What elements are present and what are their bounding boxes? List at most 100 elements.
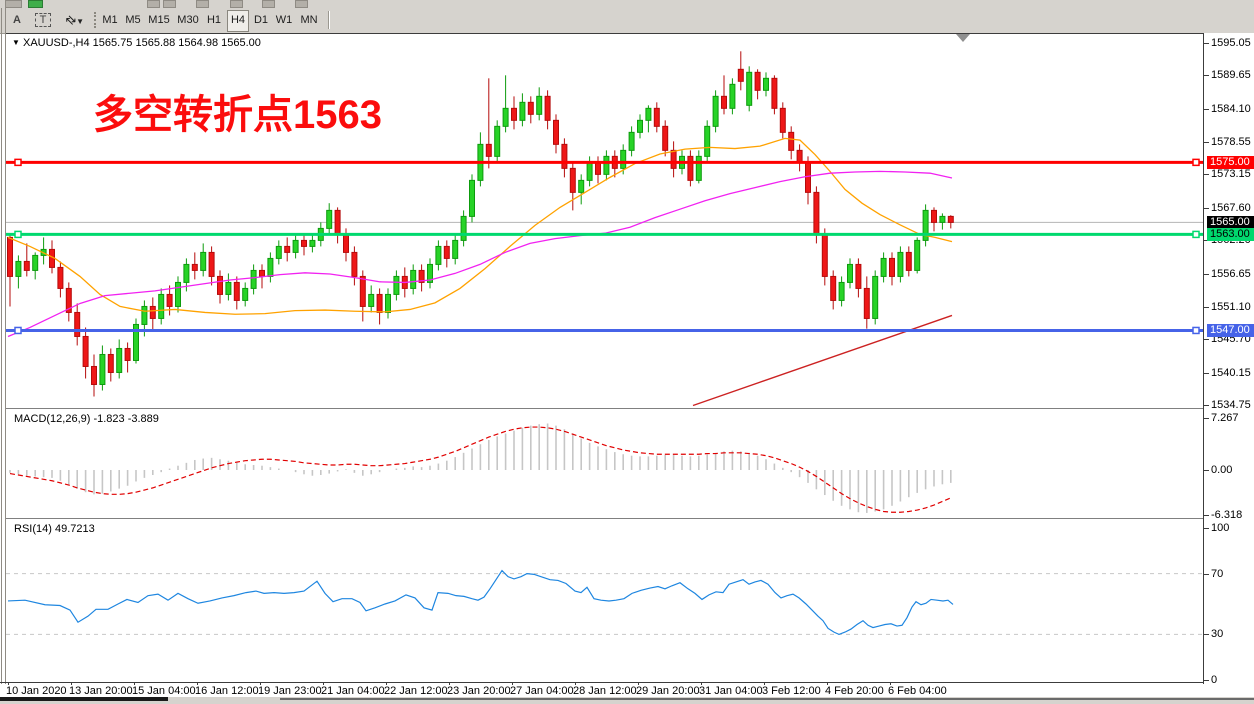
- price-tick-mark: [1204, 339, 1209, 340]
- toolbar-fragment-icon: [147, 0, 160, 8]
- date-tick-mark: [197, 682, 198, 685]
- timeframe-button-m15[interactable]: M15: [146, 10, 172, 30]
- date-tick-label: 10 Jan 2020: [6, 685, 67, 697]
- price-tick-label: 1595.05: [1211, 37, 1251, 49]
- price-axis[interactable]: 1595.051589.651584.101578.551573.151567.…: [1204, 33, 1254, 697]
- text-tool-button[interactable]: T: [32, 10, 54, 30]
- pane-splitter-macd[interactable]: [6, 408, 1203, 409]
- hline-handle[interactable]: [15, 327, 21, 333]
- timeframe-button-d1[interactable]: D1: [251, 10, 271, 30]
- date-tick-mark: [764, 682, 765, 685]
- rsi-pane[interactable]: [6, 522, 1203, 682]
- price-tick-label: 1567.60: [1211, 202, 1251, 214]
- macd-pane[interactable]: [6, 412, 1203, 518]
- timeframe-button-mn[interactable]: MN: [297, 10, 321, 30]
- symbol-ohlc-header: ▼ XAUUSD-,H4 1565.75 1565.88 1564.98 156…: [12, 37, 261, 49]
- price-tick-mark: [1204, 174, 1209, 175]
- price-tick-label: 1584.10: [1211, 103, 1251, 115]
- macd-tick-label: -6.318: [1211, 509, 1242, 521]
- timeframe-button-h1[interactable]: H1: [204, 10, 224, 30]
- toolbar-grip[interactable]: [94, 12, 99, 28]
- hline-handle[interactable]: [15, 231, 21, 237]
- timeframe-button-m5[interactable]: M5: [123, 10, 143, 30]
- date-tick-label: 29 Jan 20:00: [636, 685, 700, 697]
- horizontal-scrollbar[interactable]: [0, 697, 1254, 704]
- date-tick-mark: [323, 682, 324, 685]
- date-tick-label: 22 Jan 12:00: [384, 685, 448, 697]
- timeframe-button-m30[interactable]: M30: [175, 10, 201, 30]
- hline-handle[interactable]: [1193, 327, 1199, 333]
- text-tool-icon: T: [35, 13, 52, 27]
- macd-tick-label: 7.267: [1211, 412, 1239, 424]
- price-tick-mark: [1204, 373, 1209, 374]
- cursor-mode-button[interactable]: ⇄▼: [58, 10, 92, 30]
- ma-magenta-line[interactable]: [8, 171, 952, 336]
- price-tick-mark: [1204, 109, 1209, 110]
- scrollbar-thumb[interactable]: [0, 697, 168, 701]
- date-tick-mark: [638, 682, 639, 685]
- toolbar-fragment-icon: [163, 0, 176, 8]
- rsi-tick-mark: [1204, 680, 1209, 681]
- date-tick-mark: [8, 682, 9, 685]
- collapse-triangle-icon[interactable]: ▼: [12, 38, 20, 47]
- timeframe-button-m1[interactable]: M1: [100, 10, 120, 30]
- price-tick-label: 1540.15: [1211, 367, 1251, 379]
- price-tick-mark: [1204, 142, 1209, 143]
- date-tick-mark: [134, 682, 135, 685]
- rsi-tick-label: 70: [1211, 568, 1223, 580]
- date-tick-mark: [512, 682, 513, 685]
- price-level-label-1547.00[interactable]: 1547.00: [1207, 324, 1254, 337]
- date-tick-label: 28 Jan 12:00: [573, 685, 637, 697]
- macd-indicator-label: MACD(12,26,9) -1.823 -3.889: [14, 413, 159, 425]
- price-tick-mark: [1204, 405, 1209, 406]
- pane-splitter-rsi[interactable]: [6, 518, 1203, 519]
- date-tick-mark: [890, 682, 891, 685]
- date-tick-mark: [386, 682, 387, 685]
- date-axis[interactable]: 10 Jan 202013 Jan 20:0015 Jan 04:0016 Ja…: [0, 684, 1254, 697]
- date-tick-label: 16 Jan 12:00: [195, 685, 259, 697]
- toolbar-fragment-icon: [5, 0, 22, 8]
- date-tick-label: 13 Jan 20:00: [69, 685, 133, 697]
- date-tick-mark: [701, 682, 702, 685]
- date-tick-mark: [71, 682, 72, 685]
- macd-tick-mark: [1204, 515, 1209, 516]
- rsi-tick-label: 100: [1211, 522, 1229, 534]
- date-tick-label: 21 Jan 04:00: [321, 685, 385, 697]
- date-tick-mark: [260, 682, 261, 685]
- date-tick-label: 27 Jan 04:00: [510, 685, 574, 697]
- date-tick-mark: [827, 682, 828, 685]
- price-level-label-1563.00[interactable]: 1563.00: [1207, 228, 1254, 241]
- price-tick-label: 1551.10: [1211, 301, 1251, 313]
- price-tick-mark: [1204, 75, 1209, 76]
- price-tick-label: 1534.75: [1211, 399, 1251, 411]
- arrow-text-tool-button[interactable]: A: [6, 10, 28, 30]
- price-tick-mark: [1204, 307, 1209, 308]
- rsi-tick-mark: [1204, 634, 1209, 635]
- rsi-tick-mark: [1204, 574, 1209, 575]
- macd-tick-label: 0.00: [1211, 464, 1232, 476]
- toolbar-fragment-icon: [28, 0, 43, 8]
- chart-toolbar: A T ⇄▼ M1 M5 M15 M30 H1 H4 D1 W1 MN: [0, 8, 1254, 34]
- date-tick-label: 31 Jan 04:00: [699, 685, 763, 697]
- hline-handle[interactable]: [15, 159, 21, 165]
- cropped-toolbar-strip: [0, 0, 1254, 8]
- timeframe-button-w1[interactable]: W1: [274, 10, 294, 30]
- hline-handle[interactable]: [1193, 159, 1199, 165]
- price-level-label-1575.00[interactable]: 1575.00: [1207, 156, 1254, 169]
- timeframe-button-h4-active[interactable]: H4: [227, 10, 249, 32]
- date-tick-mark: [449, 682, 450, 685]
- toolbar-fragment-icon: [295, 0, 308, 8]
- trendline[interactable]: [693, 315, 952, 405]
- toolbar-fragment-icon: [196, 0, 209, 8]
- price-tick-mark: [1204, 274, 1209, 275]
- date-tick-label: 6 Feb 04:00: [888, 685, 947, 697]
- chart-annotation-text[interactable]: 多空转折点1563: [93, 82, 382, 140]
- date-tick-label: 4 Feb 20:00: [825, 685, 884, 697]
- date-tick-mark: [575, 682, 576, 685]
- chart-shift-marker-icon[interactable]: [956, 34, 970, 42]
- hline-handle[interactable]: [1193, 231, 1199, 237]
- toolbar-fragment-icon: [262, 0, 275, 8]
- symbol-ohlc-text: XAUUSD-,H4 1565.75 1565.88 1564.98 1565.…: [23, 37, 261, 49]
- toolbar-fragment-icon: [230, 0, 243, 8]
- price-tick-label: 1578.55: [1211, 136, 1251, 148]
